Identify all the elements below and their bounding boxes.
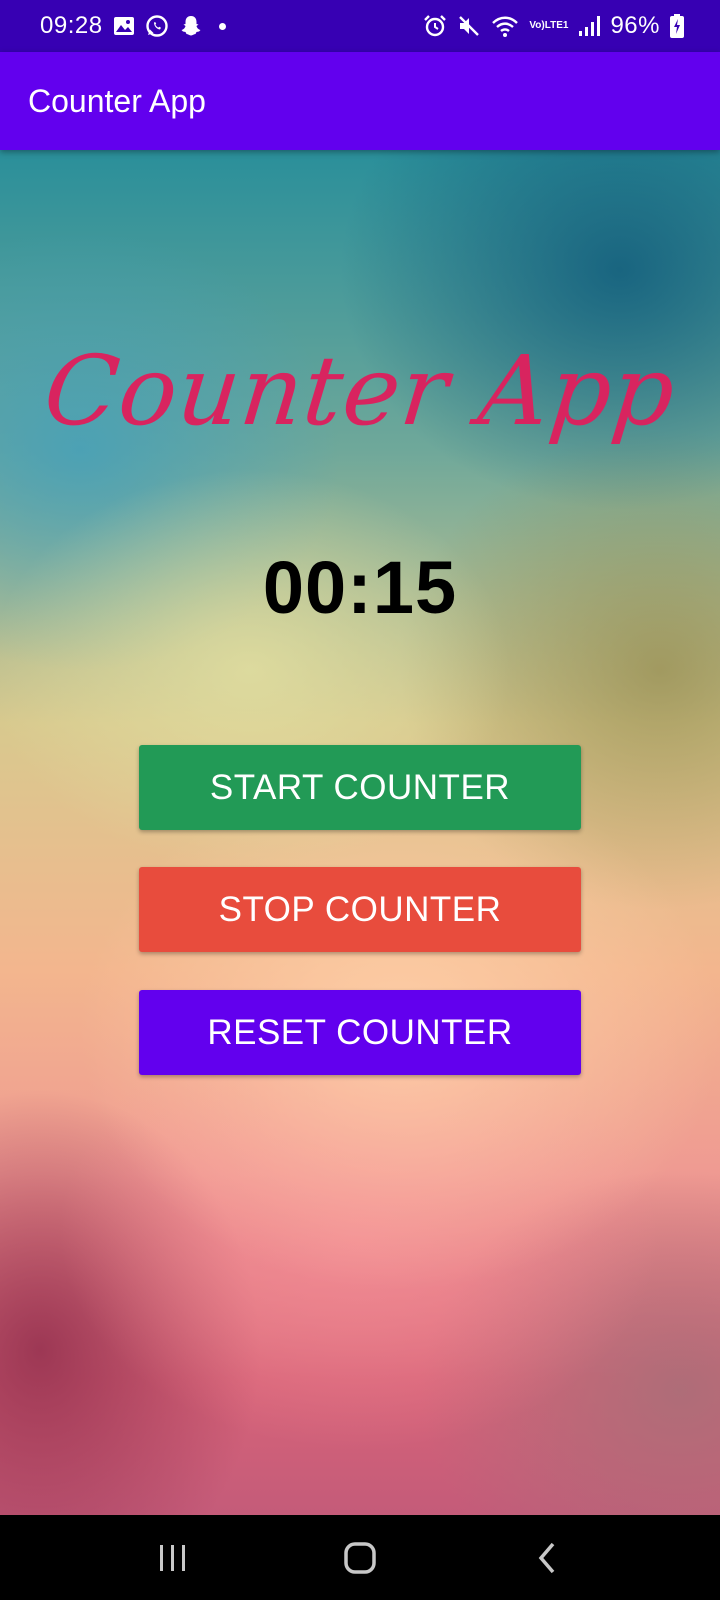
battery-percent: 96% [610, 12, 660, 39]
status-bar: 09:28 Vo) LTE1 96% [0, 0, 720, 52]
reset-counter-button[interactable]: RESET COUNTER [139, 990, 581, 1075]
whatsapp-icon [145, 14, 169, 38]
app-bar-title: Counter App [28, 82, 206, 119]
stop-counter-button[interactable]: STOP COUNTER [139, 867, 581, 952]
mute-icon [457, 14, 481, 38]
recent-apps-icon [160, 1544, 186, 1571]
battery-charging-icon [670, 14, 684, 38]
recent-apps-button[interactable] [133, 1528, 213, 1588]
main-content: Counter App 00:15 START COUNTER STOP COU… [0, 150, 720, 1515]
timer-display: 00:15 [262, 546, 458, 629]
home-button[interactable] [320, 1528, 400, 1588]
back-button[interactable] [507, 1528, 587, 1588]
app-bar: Counter App [0, 52, 720, 150]
back-icon [538, 1542, 554, 1573]
alarm-icon [423, 14, 447, 38]
lte-label: LTE1 [544, 20, 569, 31]
status-time: 09:28 [40, 12, 103, 39]
status-bar-left: 09:28 [40, 12, 226, 40]
wifi-icon [491, 14, 519, 38]
status-bar-right: Vo) LTE1 96% [423, 12, 684, 40]
volte-label: Vo) [529, 20, 545, 31]
script-title: Counter App [39, 335, 681, 447]
snapchat-icon [179, 14, 203, 38]
signal-icon [578, 15, 601, 37]
gallery-icon [113, 16, 135, 36]
volte-indicator: Vo) LTE1 [529, 21, 568, 31]
dot-icon [218, 22, 226, 30]
start-counter-button[interactable]: START COUNTER [139, 745, 581, 830]
navigation-bar [0, 1515, 720, 1600]
home-icon [344, 1541, 376, 1574]
